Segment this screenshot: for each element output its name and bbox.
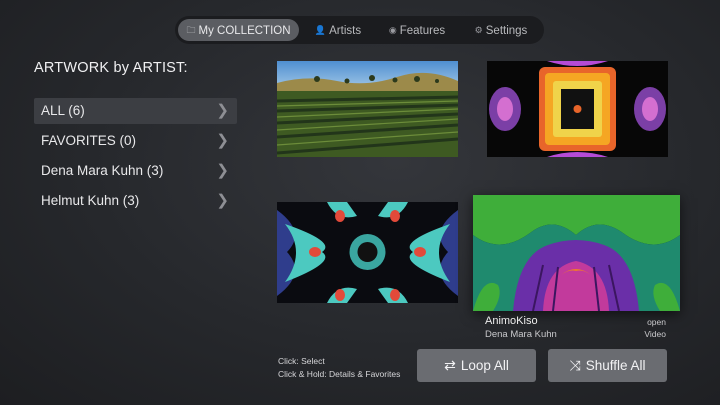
vineyard-image [277, 61, 458, 157]
loop-all-label: Loop All [460, 358, 509, 373]
tab-label: Artists [329, 25, 362, 37]
artist-item-helmut-kuhn[interactable]: Helmut Kuhn (3) ❯ [34, 188, 237, 214]
artist-item-favorites[interactable]: FAVORITES (0) ❯ [34, 128, 237, 154]
artwork-action-label: open [647, 317, 666, 327]
artwork-thumbnail-kaleidoscope-teal[interactable] [277, 202, 458, 303]
loop-all-button[interactable]: ⇄ Loop All [417, 349, 536, 382]
tab-artists[interactable]: 👤 Artists [307, 19, 369, 41]
chevron-right-icon: ❯ [216, 162, 229, 179]
artwork-title: AnimoKiso [485, 315, 538, 327]
artist-list: ALL (6) ❯ FAVORITES (0) ❯ Dena Mara Kuhn… [34, 98, 237, 218]
chevron-right-icon: ❯ [216, 192, 229, 209]
artwork-artist: Dena Mara Kuhn [485, 329, 557, 340]
gear-icon: ⚙ [474, 25, 483, 35]
shuffle-all-label: Shuffle All [585, 358, 646, 373]
kaleidoscope-teal-image [277, 202, 458, 303]
artwork-thumbnail-animokiso[interactable] [473, 195, 680, 311]
top-tab-bar: 🗀 My COLLECTION 👤 Artists ◉ Features ⚙ Setti… [175, 16, 544, 44]
loop-icon: ⇄ [444, 357, 456, 373]
artist-item-all[interactable]: ALL (6) ❯ [34, 98, 237, 124]
person-icon: 👤 [314, 25, 327, 35]
tab-settings[interactable]: ⚙ Settings [465, 19, 537, 41]
shuffle-all-button[interactable]: ⤨ Shuffle All [548, 349, 667, 382]
shuffle-icon: ⤨ [569, 357, 581, 373]
artist-item-label: ALL (6) [41, 103, 85, 118]
chevron-right-icon: ❯ [216, 132, 229, 149]
tab-features[interactable]: ◉ Features [380, 19, 454, 41]
artist-item-label: Helmut Kuhn (3) [41, 193, 140, 208]
artwork-thumbnail-vineyard[interactable] [277, 61, 458, 157]
chevron-right-icon: ❯ [216, 102, 229, 119]
hint-click: Click: Select [278, 356, 325, 366]
hint-click-hold: Click & Hold: Details & Favorites [278, 369, 401, 379]
artist-item-label: Dena Mara Kuhn (3) [41, 163, 164, 178]
artist-item-dena-mara-kuhn[interactable]: Dena Mara Kuhn (3) ❯ [34, 158, 237, 184]
tab-my-collection[interactable]: 🗀 My COLLECTION [178, 19, 299, 41]
animokiso-image [473, 195, 680, 311]
artwork-thumbnail-kaleidoscope-orange[interactable] [487, 61, 668, 157]
tab-label: Settings [485, 25, 528, 37]
eye-icon: ◉ [388, 25, 397, 35]
kaleidoscope-image [487, 61, 668, 157]
tab-label: Features [399, 25, 446, 37]
artist-item-label: FAVORITES (0) [41, 133, 137, 148]
folder-icon: 🗀 [186, 25, 196, 35]
sidebar-heading: ARTWORK by ARTIST: [34, 60, 188, 76]
artwork-type-label: Video [644, 329, 666, 339]
tab-label: My COLLECTION [198, 25, 291, 37]
